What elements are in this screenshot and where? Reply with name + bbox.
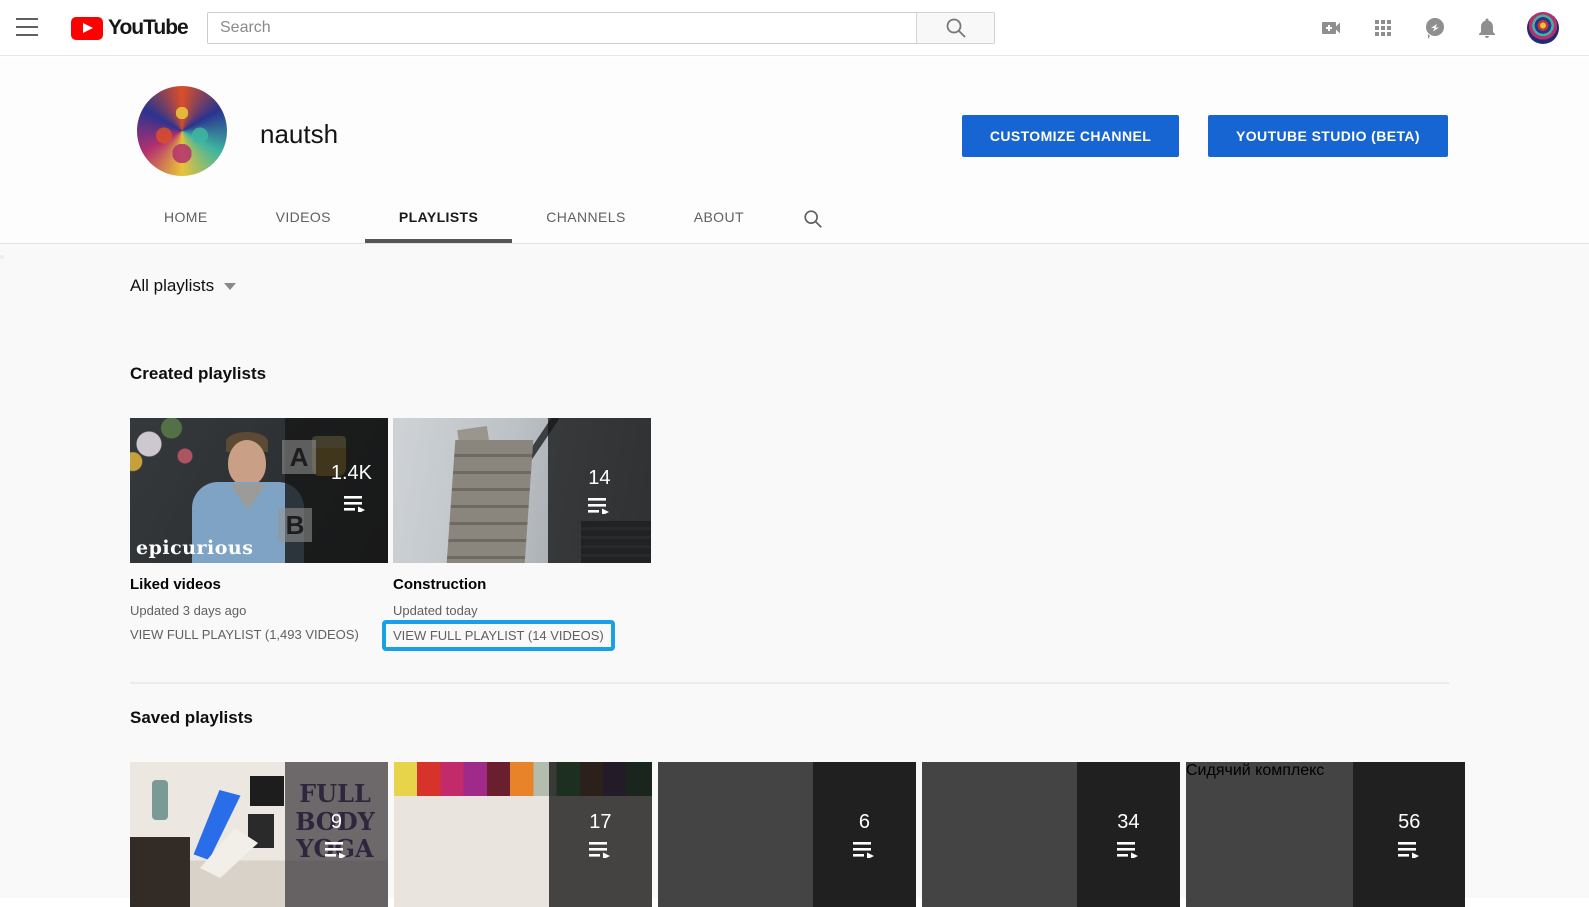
- create-video-icon[interactable]: [1319, 16, 1343, 40]
- saved-playlist-thumbnail-yoga[interactable]: FULL BODY YOGA 9: [130, 762, 388, 907]
- saved-playlist-thumbnail-dog[interactable]: 6: [658, 762, 916, 907]
- playlist-overlay: A B 1.4K: [285, 418, 388, 563]
- channel-search-icon[interactable]: [778, 195, 848, 243]
- playlist-icon: [1117, 842, 1139, 858]
- youtube-logo[interactable]: YouTube: [71, 16, 188, 40]
- created-playlists-heading: Created playlists: [130, 364, 266, 384]
- page-content: All playlists Created playlists epicurio…: [0, 244, 1589, 898]
- playlist-title[interactable]: Liked videos: [130, 576, 388, 593]
- tab-channels[interactable]: CHANNELS: [512, 195, 659, 243]
- playlist-overlay: 34: [1077, 762, 1180, 907]
- youtube-play-icon: [71, 17, 103, 40]
- youtube-wordmark: YouTube: [108, 16, 188, 40]
- messages-icon[interactable]: [1423, 16, 1447, 40]
- thumb-letter-a: A: [282, 440, 316, 474]
- playlist-card-liked-videos: epicurious A B 1.4K Liked videos Updated…: [130, 418, 388, 651]
- playlist-icon: [1398, 842, 1420, 858]
- playlist-count: 6: [859, 811, 870, 834]
- tab-home[interactable]: HOME: [130, 195, 242, 243]
- playlist-overlay: 6: [813, 762, 916, 907]
- section-divider: [130, 682, 1449, 684]
- playlist-icon: [325, 842, 347, 858]
- channel-avatar[interactable]: [137, 86, 227, 176]
- menu-icon[interactable]: [16, 18, 38, 38]
- playlist-count: 56: [1398, 811, 1420, 834]
- playlist-updated: Updated 3 days ago: [130, 603, 388, 618]
- search-button[interactable]: [916, 12, 995, 44]
- playlist-overlay: 17: [549, 762, 652, 907]
- account-avatar[interactable]: [1527, 12, 1559, 44]
- thumb-brand-text: epicurious: [136, 537, 253, 559]
- saved-playlists-heading: Saved playlists: [130, 708, 253, 728]
- playlist-count: 9: [331, 811, 342, 834]
- topbar: YouTube: [0, 0, 1589, 56]
- notifications-bell-icon[interactable]: [1475, 16, 1499, 40]
- view-full-playlist-link[interactable]: VIEW FULL PLAYLIST (1,493 VIDEOS): [130, 627, 359, 642]
- playlist-title[interactable]: Construction: [393, 576, 651, 593]
- playlist-count: 14: [588, 467, 610, 490]
- playlist-card-construction: 14 Construction Updated today VIEW FULL …: [393, 418, 651, 651]
- all-playlists-dropdown[interactable]: All playlists: [130, 276, 236, 296]
- playlist-thumbnail[interactable]: 14: [393, 418, 651, 563]
- playlist-count: 1.4K: [331, 462, 372, 485]
- playlist-icon: [589, 842, 611, 858]
- saved-playlist-thumbnail-watercolors[interactable]: 17: [394, 762, 652, 907]
- playlist-count: 17: [589, 811, 611, 834]
- playlist-thumbnail[interactable]: epicurious A B 1.4K: [130, 418, 388, 563]
- thumb-decoration: [130, 418, 212, 492]
- playlist-icon: [344, 496, 366, 512]
- youtube-studio-button[interactable]: YOUTUBE STUDIO (BETA): [1208, 115, 1448, 157]
- channel-header: nautsh CUSTOMIZE CHANNEL YOUTUBE STUDIO …: [0, 57, 1589, 244]
- apps-grid-icon[interactable]: [1371, 16, 1395, 40]
- search-box: [207, 12, 916, 44]
- carousel-next-button[interactable]: [0, 255, 4, 259]
- search-icon: [944, 16, 968, 40]
- saved-playlist-thumbnail-girl[interactable]: 34: [922, 762, 1180, 907]
- playlist-count: 34: [1117, 811, 1139, 834]
- customize-channel-button[interactable]: CUSTOMIZE CHANNEL: [962, 115, 1179, 157]
- saved-playlists-row: FULL BODY YOGA 9 17: [130, 762, 1465, 907]
- search-input[interactable]: [208, 13, 916, 43]
- playlist-overlay: 9: [285, 762, 388, 907]
- tab-videos[interactable]: VIDEOS: [242, 195, 365, 243]
- playlist-updated: Updated today: [393, 603, 651, 618]
- saved-playlist-thumbnail-sedentary[interactable]: Сидячий комплекс 56: [1186, 762, 1465, 907]
- all-playlists-label: All playlists: [130, 276, 214, 296]
- thumb-letter-b: B: [278, 508, 312, 542]
- topbar-actions: [1319, 0, 1559, 56]
- created-playlists-row: epicurious A B 1.4K Liked videos Updated…: [130, 418, 651, 651]
- channel-name: nautsh: [260, 119, 338, 150]
- tab-about[interactable]: ABOUT: [660, 195, 778, 243]
- playlist-overlay: 14: [548, 418, 651, 563]
- playlist-overlay: 56: [1353, 762, 1465, 907]
- tab-playlists[interactable]: PLAYLISTS: [365, 195, 512, 243]
- channel-tabs: HOME VIDEOS PLAYLISTS CHANNELS ABOUT: [130, 195, 848, 243]
- chevron-down-icon: [224, 283, 236, 290]
- view-full-playlist-link-highlighted[interactable]: VIEW FULL PLAYLIST (14 VIDEOS): [382, 620, 615, 651]
- playlist-icon: [853, 842, 875, 858]
- playlist-icon: [588, 498, 610, 514]
